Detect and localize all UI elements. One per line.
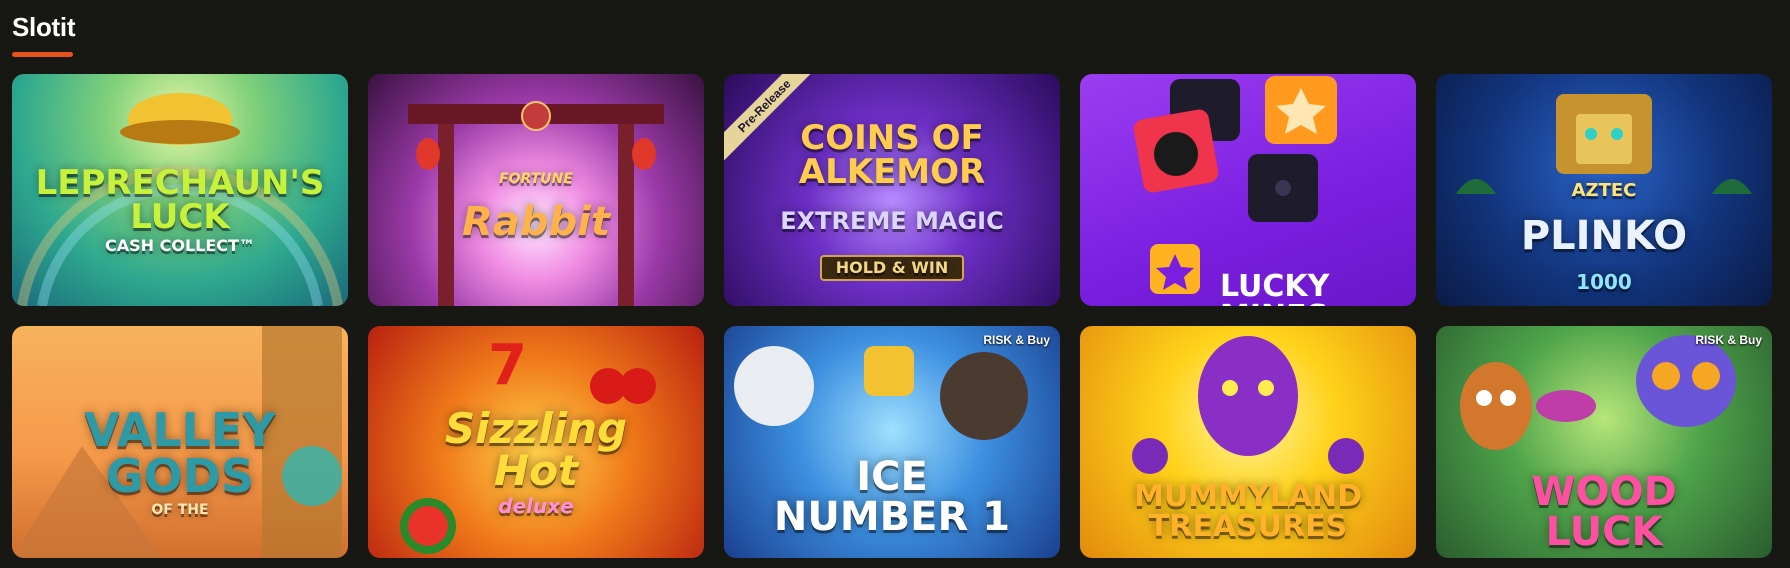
game-title: FORTUNE Rabbit — [462, 152, 610, 258]
game-title-text: PLINKO — [1520, 213, 1688, 259]
game-title-text: LUCKY MINES — [1220, 269, 1330, 307]
game-subtitle: OF THE — [151, 502, 209, 518]
game-title-text: WOOD LUCK — [1531, 469, 1677, 555]
game-title: MUMMYLAND TREASURES — [1134, 452, 1362, 542]
game-subtitle: deluxe — [498, 494, 574, 518]
game-title-text: COINS OF ALKEMOR — [798, 118, 986, 192]
games-grid: LEPRECHAUN'S LUCK CASH COLLECT™ FORTUNE … — [12, 74, 1772, 558]
game-tile-fortune-rabbit[interactable]: FORTUNE Rabbit — [368, 74, 704, 306]
game-title: ICE NUMBER 1 — [774, 417, 1010, 537]
game-subtitle: FORTUNE — [499, 171, 573, 187]
game-title: LUCKY MINES — [1220, 242, 1330, 307]
game-tile-leprechauns-luck[interactable]: LEPRECHAUN'S LUCK CASH COLLECT™ — [12, 74, 348, 306]
section-title: Slotit — [12, 12, 76, 42]
game-tile-ice-number-1[interactable]: RISK & Buy ICE NUMBER 1 — [724, 326, 1060, 558]
title-underline — [12, 52, 73, 57]
game-title-text: VALLEY GODS — [84, 403, 276, 503]
game-subtitle: AZTEC — [1571, 180, 1637, 201]
game-title: WOOD LUCK — [1531, 432, 1676, 552]
game-tile-aztec-plinko[interactable]: AZTEC PLINKO 1000 — [1436, 74, 1772, 306]
game-tile-lucky-mines[interactable]: LUCKY MINES — [1080, 74, 1416, 306]
game-title-text: MUMMYLAND TREASURES — [1134, 479, 1362, 544]
game-title-text: LEPRECHAUN'S LUCK — [35, 163, 325, 237]
game-title: VALLEY GODS OF THE — [84, 361, 275, 558]
risk-and-buy-badge: RISK & Buy — [983, 333, 1050, 347]
game-tile-valley-of-the-gods[interactable]: VALLEY GODS OF THE — [12, 326, 348, 558]
game-tile-sizzling-hot-deluxe[interactable]: 7 Sizzling Hot deluxe — [368, 326, 704, 558]
game-subtitle: EXTREME MAGIC — [780, 207, 1004, 235]
game-title: LEPRECHAUN'S LUCK CASH COLLECT™ — [36, 132, 325, 288]
game-title-text: ICE NUMBER 1 — [773, 454, 1011, 540]
game-title-text: Rabbit — [462, 199, 610, 245]
game-tile-mummyland-treasures[interactable]: MUMMYLAND TREASURES — [1080, 326, 1416, 558]
hold-and-win-chip: HOLD & WIN — [819, 255, 965, 281]
risk-and-buy-badge: RISK & Buy — [1695, 333, 1762, 347]
game-title: COINS OF ALKEMOR EXTREME MAGIC HOLD & WI… — [780, 105, 1004, 281]
game-title: AZTEC PLINKO 1000 — [1521, 162, 1687, 306]
game-title: Sizzling Hot deluxe — [445, 366, 627, 558]
game-subtitle: CASH COLLECT™ — [105, 236, 255, 255]
game-tile-wood-luck[interactable]: RISK & Buy WOOD LUCK — [1436, 326, 1772, 558]
section-header: Slotit — [12, 12, 75, 57]
game-multiplier: 1000 — [1576, 270, 1632, 294]
game-title-text: Sizzling Hot — [444, 404, 628, 495]
game-tile-coins-of-alkemor[interactable]: Pre-Release COINS OF ALKEMOR EXTREME MAG… — [724, 74, 1060, 306]
